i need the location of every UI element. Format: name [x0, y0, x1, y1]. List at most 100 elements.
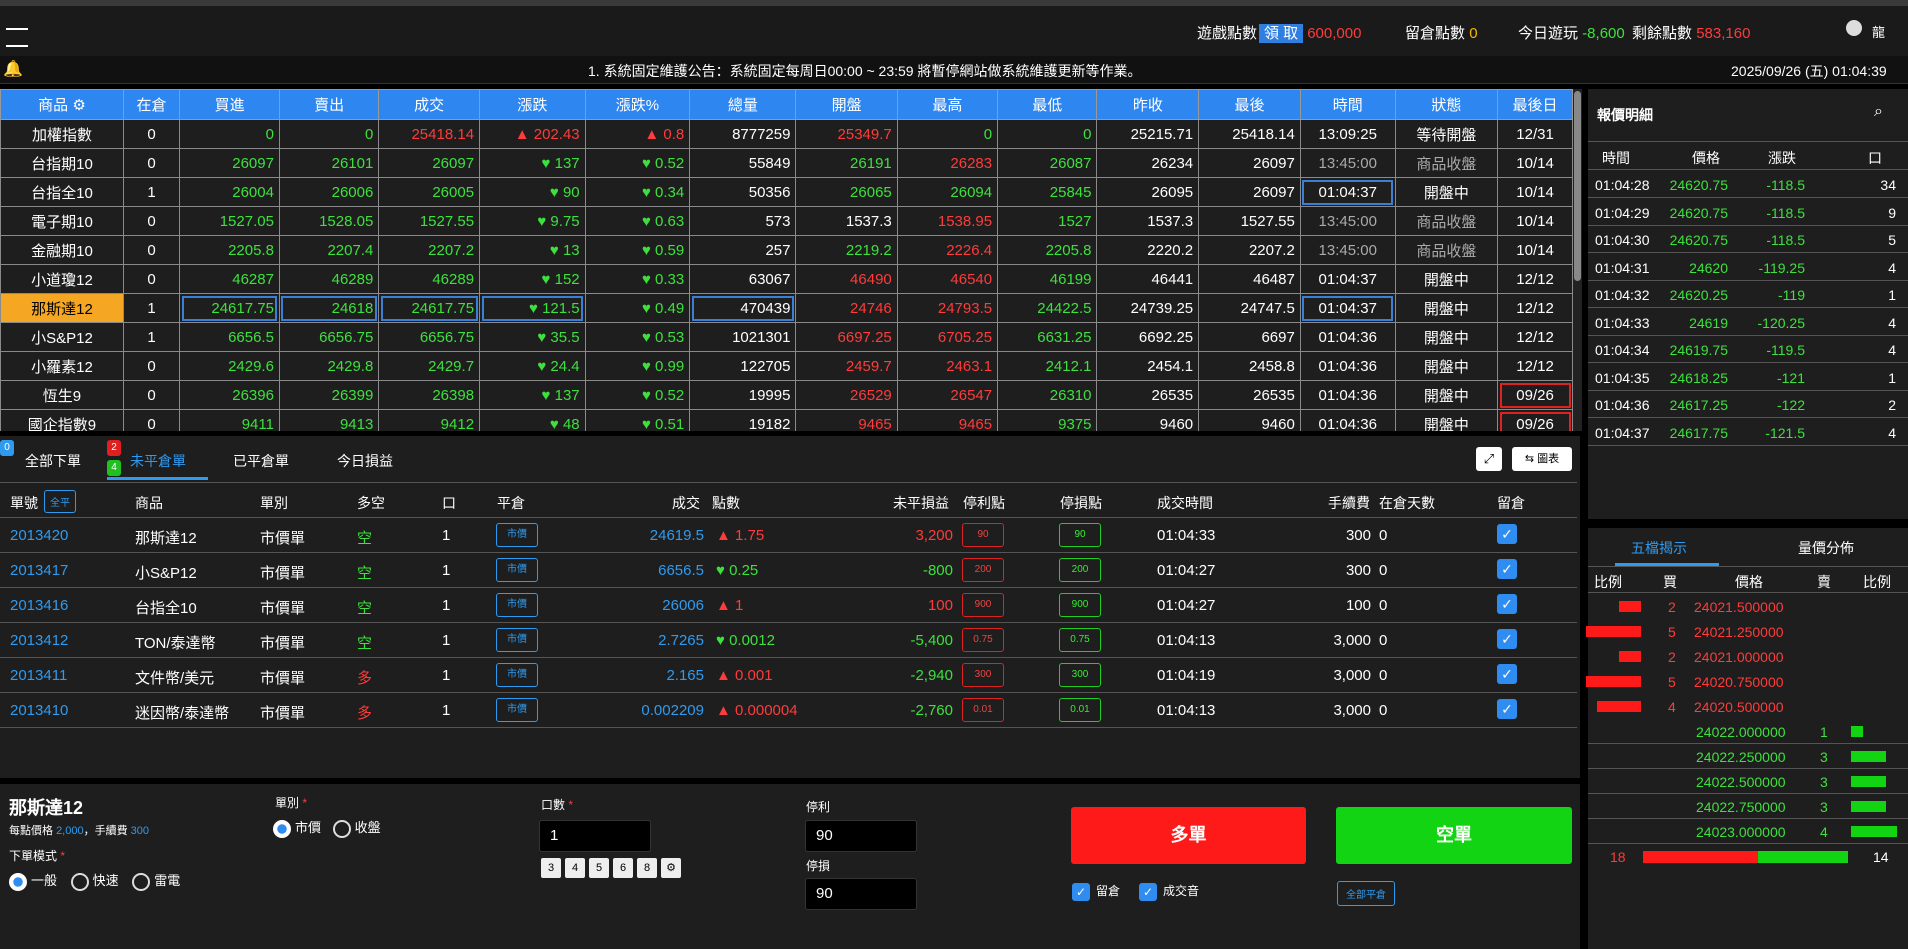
order-no[interactable]: 2013410 — [10, 702, 68, 719]
flat-button[interactable]: 市價 — [496, 698, 538, 722]
tab-closed-orders[interactable]: 已平倉單 — [233, 451, 289, 471]
flat-button[interactable]: 市價 — [496, 628, 538, 652]
quote-col-1[interactable]: 在倉 — [122, 89, 181, 120]
order-row[interactable]: 2013410 迷因幣/泰達幣 市價單 多 1 市價 0.002209 ▲ 0.000004 -… — [0, 694, 1577, 728]
order-row[interactable]: 2013417 小S&P12 市價單 空 1 市價 6656.5 ♥ 0.25 -800 200 2… — [0, 554, 1577, 588]
sound-checkbox[interactable]: ✓ 成交音 — [1139, 882, 1199, 901]
take-profit-input[interactable]: 0.01 — [962, 698, 1004, 722]
quote-row[interactable]: 小S&P12 1 6656.5 6656.75 6656.75 ♥ 35.5 ♥ 0.53 1… — [0, 322, 1573, 352]
stop-loss-input[interactable]: 300 — [1059, 663, 1101, 687]
quote-row[interactable]: 電子期10 0 1527.05 1528.05 1527.55 ♥ 9.75 ♥ 0.63 5… — [0, 206, 1573, 236]
flat-button[interactable]: 市價 — [496, 558, 538, 582]
close-all-positions-button[interactable]: 全部平倉 — [1337, 881, 1395, 906]
mode-lightning[interactable]: 雷電 — [132, 872, 180, 891]
quote-row[interactable]: 那斯達12 1 24617.75 24618 24617.75 ♥ 121.5 ♥ 0.49… — [0, 293, 1573, 323]
type-market[interactable]: 市價 — [273, 819, 321, 838]
tab-today-pnl[interactable]: 今日損益 — [337, 451, 393, 471]
keep-checkbox[interactable]: ✓ — [1497, 699, 1517, 719]
quote-col-4[interactable]: 成交 — [378, 89, 481, 120]
tp-input[interactable]: 90 — [805, 820, 917, 852]
bell-icon[interactable]: 🔔 — [3, 59, 23, 79]
order-row[interactable]: 2013411 文件幣/美元 市價單 多 1 市價 2.165 ▲ 0.001 -2,940 30… — [0, 659, 1577, 693]
flat-button[interactable]: 市價 — [496, 523, 538, 547]
stop-loss-input[interactable]: 90 — [1059, 523, 1101, 547]
mode-normal[interactable]: 一般 — [9, 872, 57, 891]
qty-input[interactable]: 1 — [539, 820, 651, 852]
flat-button[interactable]: 市價 — [496, 593, 538, 617]
type-close[interactable]: 收盤 — [332, 819, 381, 838]
quote-row[interactable]: 金融期10 0 2205.8 2207.4 2207.2 ♥ 13 ♥ 0.59 257 221… — [0, 235, 1573, 265]
quote-col-8[interactable]: 開盤 — [795, 89, 898, 120]
order-no[interactable]: 2013417 — [10, 562, 68, 579]
close-all-button[interactable]: 全平 — [44, 490, 76, 513]
quote-col-7[interactable]: 總量 — [689, 89, 797, 120]
quote-cell: 6656.75 — [278, 322, 380, 352]
claim-button[interactable]: 領 取 — [1259, 24, 1304, 43]
chart-button[interactable]: ⇆ 圖表 — [1512, 447, 1572, 471]
stop-loss-input[interactable]: 900 — [1059, 593, 1101, 617]
quote-row[interactable]: 小道瓊12 0 46287 46289 46289 ♥ 152 ♥ 0.33 63067 464… — [0, 264, 1573, 294]
order-no[interactable]: 2013412 — [10, 632, 68, 649]
qty-quick-button[interactable]: 6 — [613, 858, 633, 878]
stop-loss-input[interactable]: 0.75 — [1059, 628, 1101, 652]
quote-row[interactable]: 恆生9 0 26396 26399 26398 ♥ 137 ♥ 0.52 19995 26529… — [0, 380, 1573, 410]
search-icon[interactable]: ⌕ — [1874, 103, 1883, 121]
tab-volume-profile[interactable]: 量價分佈 — [1798, 538, 1854, 558]
take-profit-input[interactable]: 300 — [962, 663, 1004, 687]
qty-quick-button[interactable]: ⚙ — [661, 858, 681, 878]
keep-checkbox[interactable]: ✓ — [1497, 594, 1517, 614]
order-no[interactable]: 2013416 — [10, 597, 68, 614]
quote-col-9[interactable]: 最高 — [896, 89, 999, 120]
keep-checkbox[interactable]: ✓ — [1497, 629, 1517, 649]
quote-col-0[interactable]: 商品 ⚙ — [0, 89, 124, 120]
qty-quick-button[interactable]: 3 — [541, 858, 561, 878]
keep-checkbox[interactable]: ✓ 留倉 — [1072, 882, 1120, 901]
quote-col-3[interactable]: 賣出 — [278, 89, 380, 120]
scroll-thumb[interactable] — [1574, 91, 1581, 281]
quote-row[interactable]: 小羅素12 0 2429.6 2429.8 2429.7 ♥ 24.4 ♥ 0.99 1227… — [0, 351, 1573, 381]
keep-checkbox[interactable]: ✓ — [1497, 524, 1517, 544]
quote-col-13[interactable]: 時間 — [1299, 89, 1396, 120]
qty-quick-button[interactable]: 5 — [589, 858, 609, 878]
quote-col-5[interactable]: 漲跌 — [479, 89, 586, 120]
quote-row[interactable]: 台指全10 1 26004 26006 26005 ♥ 90 ♥ 0.34 50356 2606… — [0, 177, 1573, 207]
quote-scrollbar[interactable] — [1573, 89, 1582, 431]
quote-col-6[interactable]: 漲跌% — [584, 89, 691, 120]
stop-loss-input[interactable]: 0.01 — [1059, 698, 1101, 722]
quote-row[interactable]: 國企指數9 0 9411 9413 9412 ♥ 48 ♥ 0.51 19182 9465 946… — [0, 409, 1573, 431]
order-points: ♥ 0.0012 — [716, 632, 775, 649]
expand-icon[interactable]: ⤢ — [1476, 447, 1502, 471]
quote-col-10[interactable]: 最低 — [997, 89, 1098, 120]
order-no[interactable]: 2013411 — [10, 667, 67, 684]
take-profit-input[interactable]: 200 — [962, 558, 1004, 582]
quote-row[interactable]: 台指期10 0 26097 26101 26097 ♥ 137 ♥ 0.52 55849 261… — [0, 148, 1573, 178]
quote-col-2[interactable]: 買進 — [179, 89, 280, 120]
order-row[interactable]: 2013416 台指全10 市價單 空 1 市價 26006 ▲ 1 100 900 900 01:0… — [0, 589, 1577, 623]
quote-col-14[interactable]: 狀態 — [1394, 89, 1499, 120]
avatar[interactable] — [1846, 20, 1862, 36]
user-name[interactable]: 龍 — [1872, 22, 1885, 41]
take-profit-input[interactable]: 900 — [962, 593, 1004, 617]
order-row[interactable]: 2013420 那斯達12 市價單 空 1 市價 24619.5 ▲ 1.75 3,200 90 9… — [0, 519, 1577, 553]
mode-fast[interactable]: 快速 — [70, 872, 119, 891]
flat-button[interactable]: 市價 — [496, 663, 538, 687]
take-profit-input[interactable]: 0.75 — [962, 628, 1004, 652]
tab-depth[interactable]: 五檔揭示 — [1631, 538, 1687, 558]
tab-all-orders[interactable]: 全部下單 — [25, 451, 81, 471]
sell-button[interactable]: 空單 — [1336, 807, 1572, 864]
quote-col-15[interactable]: 最後日 — [1497, 89, 1573, 120]
stop-loss-input[interactable]: 200 — [1059, 558, 1101, 582]
order-row[interactable]: 2013412 TON/泰達幣 市價單 空 1 市價 2.7265 ♥ 0.0012 -5,40… — [0, 624, 1577, 658]
keep-checkbox[interactable]: ✓ — [1497, 664, 1517, 684]
tab-open-orders[interactable]: 未平倉單 — [130, 451, 186, 471]
take-profit-input[interactable]: 90 — [962, 523, 1004, 547]
quote-col-12[interactable]: 最後 — [1198, 89, 1301, 120]
quote-row[interactable]: 加權指數 0 0 0 25418.14 ▲ 202.43 ▲ 0.8 8777259 25349… — [0, 119, 1573, 149]
qty-quick-button[interactable]: 4 — [565, 858, 585, 878]
qty-quick-button[interactable]: 8 — [637, 858, 657, 878]
sl-input[interactable]: 90 — [805, 878, 917, 910]
quote-col-11[interactable]: 昨收 — [1096, 89, 1200, 120]
keep-checkbox[interactable]: ✓ — [1497, 559, 1517, 579]
buy-button[interactable]: 多單 — [1071, 807, 1306, 864]
order-no[interactable]: 2013420 — [10, 527, 68, 544]
